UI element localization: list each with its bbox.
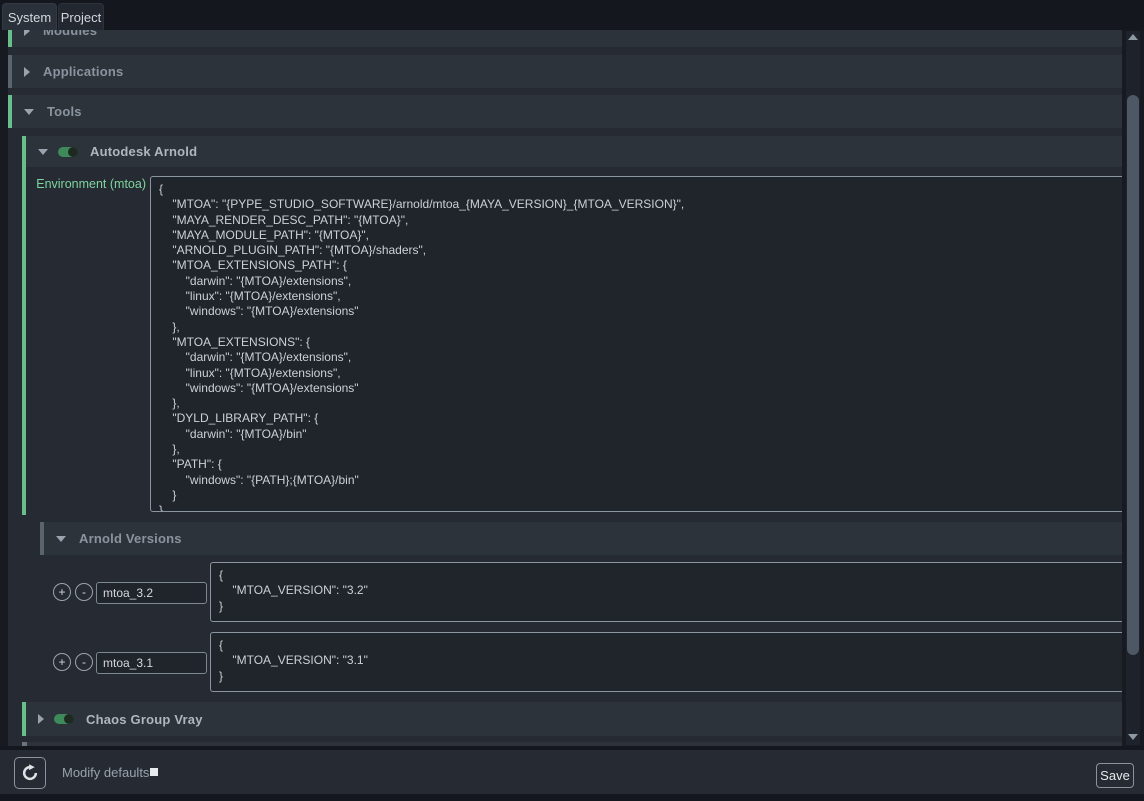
group-header-autodesk-arnold[interactable]: Autodesk Arnold [26, 136, 1122, 167]
chevron-down-icon [38, 149, 48, 155]
arnold-enabled-toggle[interactable] [58, 147, 78, 157]
add-version-button[interactable]: + [53, 583, 71, 601]
scroll-down-button[interactable] [1126, 731, 1140, 743]
environment-mtoa-label: Environment (mtoa) [14, 177, 146, 191]
settings-scroll-area: Modules Applications Tools Autodesk Arno… [0, 30, 1144, 746]
section-label: Applications [43, 64, 123, 79]
modified-indicator-bar [22, 136, 26, 515]
left-margin [0, 30, 8, 746]
arrow-down-icon [1128, 734, 1138, 740]
scrollbar-track[interactable] [1126, 31, 1140, 745]
group-label: Autodesk Arnold [90, 144, 197, 159]
scrollbar-thumb[interactable] [1127, 95, 1139, 655]
vray-enabled-toggle[interactable] [54, 714, 74, 724]
environment-json-editor[interactable]: { "MTOA": "{PYPE_STUDIO_SOFTWARE}/arnold… [150, 176, 1127, 512]
section-label: Tools [47, 104, 82, 119]
next-section-clipped [22, 742, 1122, 746]
section-label: Arnold Versions [79, 531, 182, 546]
settings-window: System Project Modules Applications Tool… [0, 0, 1144, 801]
modify-defaults-checkbox[interactable] [150, 768, 158, 776]
save-button[interactable]: Save [1096, 763, 1134, 788]
chevron-right-icon [24, 67, 30, 77]
version-name-input[interactable] [96, 582, 207, 604]
scroll-up-button[interactable] [1126, 32, 1140, 44]
version-json-editor[interactable]: { "MTOA_VERSION": "3.2" } [210, 562, 1127, 622]
footer-bar: Modify defaults Save [0, 748, 1144, 794]
chevron-down-icon [56, 536, 66, 542]
refresh-icon [21, 764, 39, 782]
version-name-input[interactable] [96, 652, 207, 674]
chevron-down-icon [24, 109, 34, 115]
tab-system[interactable]: System [2, 3, 57, 30]
group-label: Chaos Group Vray [86, 712, 203, 727]
toggle-knob [64, 714, 74, 724]
add-version-button[interactable]: + [53, 653, 71, 671]
section-header-tools[interactable]: Tools [8, 95, 1122, 128]
tab-project[interactable]: Project [58, 3, 104, 30]
modified-indicator-bar [8, 95, 12, 128]
default-indicator-bar [8, 55, 12, 88]
group-header-chaos-group-vray[interactable]: Chaos Group Vray [22, 702, 1122, 736]
section-header-applications[interactable]: Applications [8, 55, 1122, 88]
modified-indicator-bar [8, 30, 12, 47]
toggle-knob [68, 147, 78, 157]
version-json-editor[interactable]: { "MTOA_VERSION": "3.1" } [210, 632, 1127, 692]
chevron-right-icon [38, 714, 44, 724]
tab-bar: System Project [0, 0, 1144, 30]
default-indicator-bar [40, 522, 44, 555]
refresh-button[interactable] [14, 757, 46, 789]
default-indicator-bar [22, 742, 27, 746]
remove-version-button[interactable]: - [75, 653, 93, 671]
section-header-modules[interactable]: Modules [8, 30, 1122, 47]
chevron-right-icon [24, 30, 30, 36]
remove-version-button[interactable]: - [75, 583, 93, 601]
scrollbar-gutter [1122, 30, 1144, 746]
arrow-up-icon [1128, 34, 1138, 40]
section-header-arnold-versions[interactable]: Arnold Versions [40, 522, 1122, 555]
modified-indicator-bar [22, 702, 26, 736]
modify-defaults-label: Modify defaults [62, 765, 149, 780]
section-label: Modules [43, 30, 97, 38]
